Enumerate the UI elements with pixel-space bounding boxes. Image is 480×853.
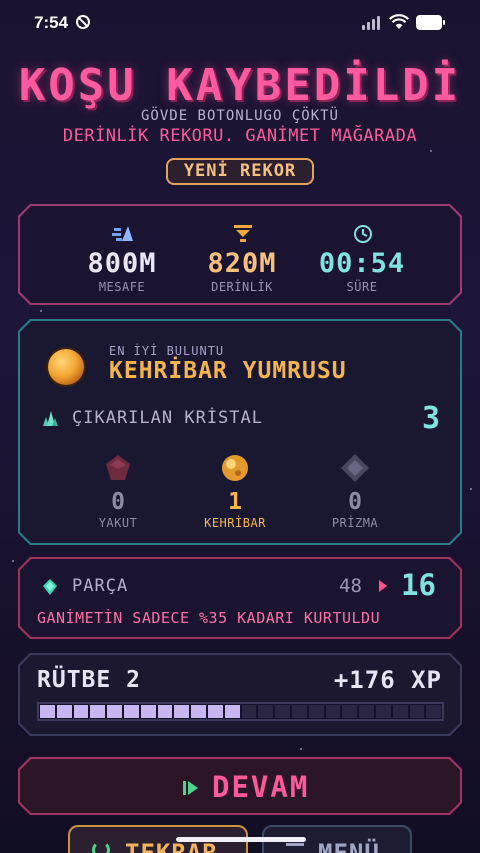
xp-progress-bar — [37, 702, 444, 721]
xp-bar-segment — [90, 705, 105, 718]
fragments-new-value: 16 — [401, 568, 436, 602]
xp-bar-segment — [393, 705, 408, 718]
do-not-disturb-icon — [76, 15, 90, 29]
xp-bar-segment — [275, 705, 290, 718]
diamond-fragment-icon — [42, 578, 58, 596]
xp-bar-segment — [258, 705, 273, 718]
amber-icon — [220, 453, 250, 483]
rank-label: RÜTBE 2 — [37, 667, 141, 693]
menu-label: MENÜ — [318, 839, 380, 853]
stat-label: DERİNLİK — [211, 280, 273, 294]
xp-bar-segment — [410, 705, 425, 718]
fragments-old-value: 48 — [339, 575, 362, 597]
xp-bar-segment — [107, 705, 122, 718]
salvage-note: GANİMETİN SADECE %35 KADARI KURTULDU — [37, 609, 381, 627]
stat-label: MESAFE — [98, 280, 146, 294]
gem-count: 0 — [348, 489, 362, 515]
prism-icon — [340, 453, 370, 483]
continue-button[interactable]: DEVAM — [18, 757, 462, 815]
xp-bar-segment — [174, 705, 189, 718]
run-stats-panel: 800M MESAFE 820M DERİNLİK 00:54 SÜRE — [18, 204, 462, 305]
stat-value: 800M — [87, 248, 157, 279]
crystals-extracted-count: 3 — [421, 401, 440, 436]
fragments-panel: PARÇA 48 16 GANİMETİN SADECE %35 KADARI … — [18, 557, 462, 639]
gem-count: 0 — [111, 489, 125, 515]
best-find-name: KEHRİBAR YUMRUSU — [109, 358, 347, 384]
gem-label: KEHRİBAR — [204, 516, 266, 530]
xp-bar-segment — [326, 705, 341, 718]
stat-value: 820M — [207, 248, 277, 279]
xp-bar-segment — [141, 705, 156, 718]
xp-bar-segment — [158, 705, 173, 718]
status-time: 7:54 — [34, 13, 69, 32]
continue-label: DEVAM — [212, 770, 310, 804]
gem-label: YAKUT — [98, 516, 138, 530]
xp-bar-segment — [74, 705, 89, 718]
battery-icon — [416, 15, 446, 30]
background-star — [300, 748, 302, 750]
ruby-icon — [103, 453, 133, 483]
xp-bar-segment — [426, 705, 441, 718]
xp-bar-segment — [309, 705, 324, 718]
gem-count: 1 — [228, 489, 242, 515]
background-star — [430, 150, 432, 152]
xp-bar-segment — [242, 705, 257, 718]
arrow-right-icon — [379, 580, 387, 592]
xp-bar-segment — [124, 705, 139, 718]
crystal-icon — [41, 409, 59, 427]
cellular-signal-icon — [362, 16, 382, 30]
stat-value: 00:54 — [318, 248, 406, 279]
gem-label: PRİZMA — [331, 516, 379, 530]
xp-bar-segment — [376, 705, 391, 718]
new-record-badge: YENİ REKOR — [166, 158, 314, 185]
xp-bar-segment — [40, 705, 55, 718]
xp-gained: +176 XP — [333, 666, 442, 694]
loot-panel: EN İYİ BULUNTU KEHRİBAR YUMRUSU ÇIKARILA… — [18, 319, 462, 545]
play-icon — [183, 781, 199, 795]
xp-bar-segment — [191, 705, 206, 718]
page-title: KOŞU KAYBEDİLDİ — [18, 60, 462, 111]
menu-icon — [286, 843, 304, 853]
distance-icon — [112, 224, 134, 244]
amber-nugget-icon — [48, 349, 84, 385]
background-star — [470, 488, 472, 490]
record-message: DERİNLİK REKORU. GANİMET MAĞARADA — [62, 126, 418, 146]
retry-icon — [92, 841, 110, 853]
depth-arrow-icon — [232, 224, 254, 244]
xp-bar-segment — [342, 705, 357, 718]
crystals-extracted-label: ÇIKARILAN KRİSTAL — [72, 408, 263, 428]
xp-bar-segment — [292, 705, 307, 718]
xp-bar-segment — [208, 705, 223, 718]
xp-bar-segment — [359, 705, 374, 718]
fragments-label: PARÇA — [72, 576, 129, 596]
rank-panel: RÜTBE 2 +176 XP — [18, 653, 462, 736]
wifi-icon — [389, 14, 409, 29]
stat-label: SÜRE — [346, 280, 378, 294]
background-star — [40, 310, 42, 312]
home-indicator — [176, 837, 306, 842]
status-bar: 7:54 — [0, 0, 480, 46]
background-star — [12, 560, 14, 562]
xp-bar-segment — [57, 705, 72, 718]
best-find-label: EN İYİ BULUNTU — [109, 344, 225, 358]
clock-icon — [352, 224, 374, 244]
cause-subtitle: GÖVDE BOTONLUGO ÇÖKTÜ — [140, 108, 339, 124]
xp-bar-segment — [225, 705, 240, 718]
